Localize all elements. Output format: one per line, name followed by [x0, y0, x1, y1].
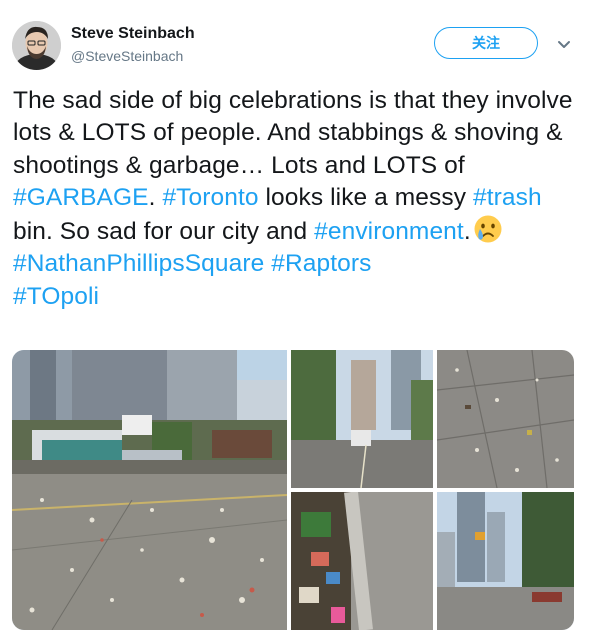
- tweet-text: The sad side of big celebrations is that…: [13, 85, 581, 313]
- photo-pavement[interactable]: [437, 350, 574, 488]
- tweet-text-segment: .: [148, 183, 163, 211]
- tweet-text-segment: looks like a messy: [258, 183, 473, 211]
- hashtag-toronto[interactable]: #Toronto: [162, 184, 258, 211]
- photo-square-garbage[interactable]: [12, 350, 287, 630]
- hashtag-topoli[interactable]: #TOpoli: [13, 283, 99, 310]
- chevron-down-icon[interactable]: [556, 36, 572, 52]
- media-grid: [12, 350, 574, 630]
- follow-button[interactable]: 关注: [434, 27, 538, 59]
- hashtag-raptors[interactable]: #Raptors: [271, 250, 371, 277]
- photo-city-towers[interactable]: [437, 492, 574, 630]
- avatar-image: [12, 21, 61, 70]
- tweet-text-segment: The sad side of big celebrations is that…: [13, 87, 573, 179]
- hashtag-environment[interactable]: #environment: [314, 218, 464, 245]
- tweet-header: Steve Steinbach @SteveSteinbach 关注: [0, 0, 590, 80]
- tweet-text-segment: bin. So sad for our city and: [13, 218, 315, 246]
- hashtag-trash[interactable]: #trash: [473, 184, 542, 211]
- photo-curb-trash[interactable]: [291, 492, 433, 630]
- author-name[interactable]: Steve Steinbach: [71, 25, 195, 43]
- photo-street[interactable]: [291, 350, 433, 488]
- author-handle[interactable]: @SteveSteinbach: [71, 48, 183, 64]
- tweet-text-segment: .: [463, 218, 471, 246]
- hashtag-garbage[interactable]: #GARBAGE: [13, 184, 149, 211]
- crying-face-emoji-icon: [474, 215, 502, 243]
- avatar[interactable]: [12, 21, 61, 70]
- hashtag-nathanphillipssquare[interactable]: #NathanPhillipsSquare: [13, 250, 264, 277]
